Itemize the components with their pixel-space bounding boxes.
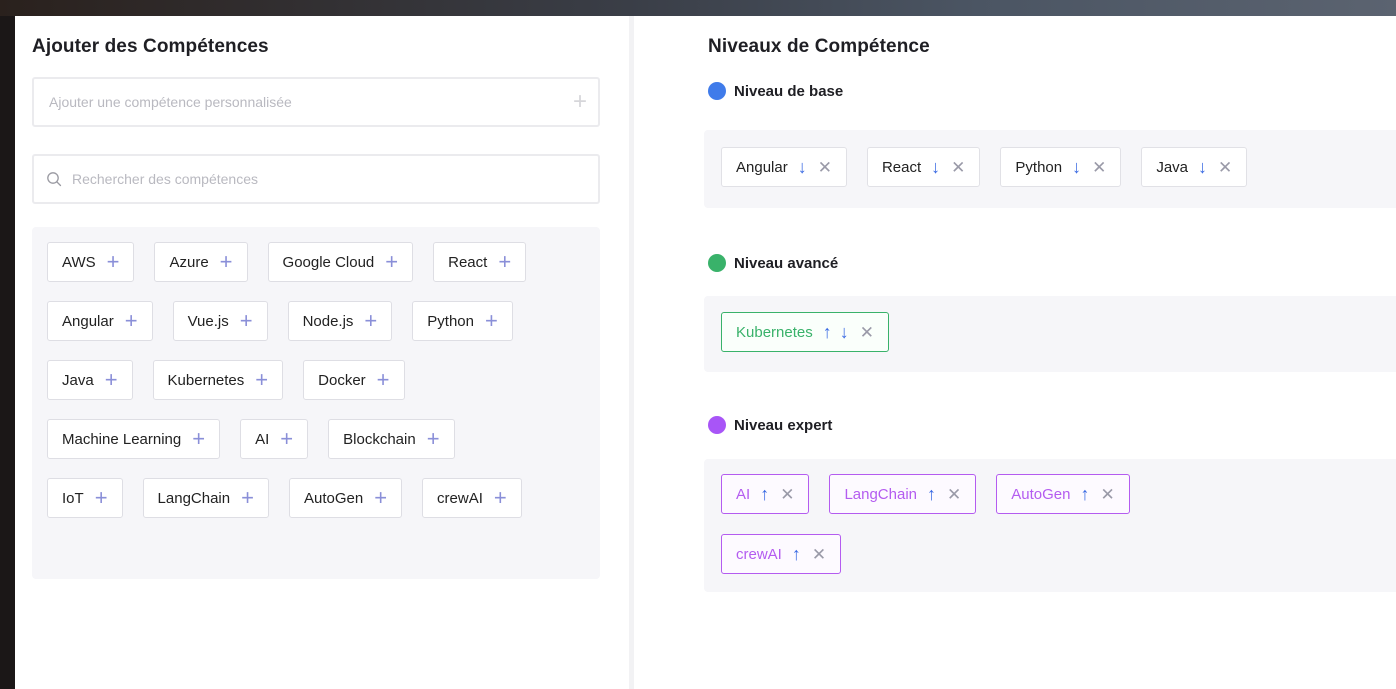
- skill-tag: Python ↓ ✕: [1000, 147, 1122, 187]
- plus-icon: +: [426, 426, 440, 451]
- suggestion-chip[interactable]: Vue.js +: [172, 301, 268, 341]
- level-expert-tags: AI ↑ ✕ LangChain ↑ ✕ AutoGen ↑ ✕: [721, 474, 1130, 514]
- level-expert-zone[interactable]: AI ↑ ✕ LangChain ↑ ✕ AutoGen ↑ ✕ crewAI …: [704, 459, 1396, 592]
- skill-tag: Kubernetes ↑ ↓ ✕: [721, 312, 889, 352]
- arrow-down-icon[interactable]: ↓: [840, 323, 849, 341]
- arrow-down-icon[interactable]: ↓: [1198, 158, 1207, 176]
- suggestion-row: Machine Learning + AI + Blockchain +: [47, 419, 455, 459]
- level-expert-tags: crewAI ↑ ✕: [721, 534, 842, 574]
- level-base-tags: Angular ↓ ✕ React ↓ ✕ Python ↓ ✕ Java ↓ …: [721, 147, 1248, 187]
- plus-icon: +: [364, 308, 378, 333]
- suggestion-chip[interactable]: crewAI +: [422, 478, 522, 518]
- plus-icon: +: [280, 426, 294, 451]
- suggestion-chip[interactable]: AutoGen +: [288, 478, 403, 518]
- skill-tag: Java ↓ ✕: [1141, 147, 1248, 187]
- search-input[interactable]: [62, 155, 598, 203]
- skill-tag: AutoGen ↑ ✕: [996, 474, 1130, 514]
- arrow-up-icon[interactable]: ↑: [823, 323, 832, 341]
- custom-skill-field[interactable]: +: [32, 77, 600, 127]
- skill-tag: React ↓ ✕: [866, 147, 981, 187]
- close-icon[interactable]: ✕: [860, 324, 874, 341]
- arrow-up-icon[interactable]: ↑: [792, 545, 801, 563]
- skill-levels-panel: Niveaux de Compétence Niveau de base Ang…: [634, 16, 1396, 689]
- suggestion-chip[interactable]: Kubernetes +: [152, 360, 284, 400]
- level-advanced-zone[interactable]: Kubernetes ↑ ↓ ✕: [704, 296, 1396, 372]
- plus-icon: +: [104, 367, 118, 392]
- suggestion-row: IoT + LangChain + AutoGen + crewAI +: [47, 478, 522, 518]
- arrow-down-icon[interactable]: ↓: [1072, 158, 1081, 176]
- custom-skill-input[interactable]: [34, 78, 562, 126]
- suggestion-chip[interactable]: AI +: [240, 419, 309, 459]
- close-icon[interactable]: ✕: [1100, 486, 1114, 503]
- suggestion-list: AWS + Azure + Google Cloud + React + Angular…: [32, 227, 600, 579]
- suggestion-chip[interactable]: React +: [433, 242, 527, 282]
- close-icon[interactable]: ✕: [947, 486, 961, 503]
- level-advanced-tags: Kubernetes ↑ ↓ ✕: [721, 312, 889, 352]
- close-icon[interactable]: ✕: [780, 486, 794, 503]
- close-icon[interactable]: ✕: [1218, 159, 1232, 176]
- skill-tag: AI ↑ ✕: [721, 474, 810, 514]
- close-icon[interactable]: ✕: [818, 159, 832, 176]
- plus-icon: +: [124, 308, 138, 333]
- skill-tag: crewAI ↑ ✕: [721, 534, 842, 574]
- level-advanced-heading: Niveau avancé: [708, 254, 838, 272]
- suggestion-chip[interactable]: Java +: [47, 360, 133, 400]
- plus-icon: +: [374, 485, 388, 510]
- plus-icon: +: [484, 308, 498, 333]
- close-icon[interactable]: ✕: [812, 546, 826, 563]
- arrow-up-icon[interactable]: ↑: [760, 485, 769, 503]
- suggestion-row: Angular + Vue.js + Node.js + Python +: [47, 301, 513, 341]
- arrow-up-icon[interactable]: ↑: [927, 485, 936, 503]
- add-custom-skill-icon[interactable]: +: [562, 88, 598, 116]
- suggestion-chip[interactable]: LangChain +: [142, 478, 269, 518]
- suggestion-row: Java + Kubernetes + Docker +: [47, 360, 405, 400]
- plus-icon: +: [255, 367, 269, 392]
- arrow-up-icon[interactable]: ↑: [1080, 485, 1089, 503]
- skill-tag: Angular ↓ ✕: [721, 147, 847, 187]
- search-field[interactable]: [32, 154, 600, 204]
- level-base-heading: Niveau de base: [708, 82, 843, 100]
- background-strip: [0, 0, 1396, 16]
- plus-icon: +: [239, 308, 253, 333]
- arrow-down-icon[interactable]: ↓: [931, 158, 940, 176]
- suggestion-chip[interactable]: AWS +: [47, 242, 135, 282]
- plus-icon: +: [241, 485, 254, 510]
- suggestion-chip[interactable]: Python +: [412, 301, 513, 341]
- arrow-down-icon[interactable]: ↓: [798, 158, 807, 176]
- plus-icon: +: [219, 249, 233, 274]
- close-icon[interactable]: ✕: [951, 159, 965, 176]
- suggestion-chip[interactable]: Google Cloud +: [267, 242, 414, 282]
- suggestion-chip[interactable]: Blockchain +: [328, 419, 455, 459]
- search-icon: [47, 172, 62, 187]
- suggestion-chip[interactable]: Angular +: [47, 301, 153, 341]
- plus-icon: +: [106, 249, 120, 274]
- plus-icon: +: [498, 249, 512, 274]
- level-base-dot: [708, 82, 726, 100]
- add-skills-title: Ajouter des Compétences: [32, 36, 269, 57]
- level-expert-heading: Niveau expert: [708, 416, 832, 434]
- suggestion-chip[interactable]: IoT +: [47, 478, 123, 518]
- plus-icon: +: [192, 426, 206, 451]
- close-icon[interactable]: ✕: [1092, 159, 1106, 176]
- suggestion-row: AWS + Azure + Google Cloud + React +: [47, 242, 527, 282]
- skill-levels-title: Niveaux de Compétence: [708, 36, 930, 57]
- suggestion-chip[interactable]: Machine Learning +: [47, 419, 221, 459]
- skill-tag: LangChain ↑ ✕: [829, 474, 977, 514]
- plus-icon: +: [385, 249, 399, 274]
- suggestion-chip[interactable]: Azure +: [154, 242, 248, 282]
- suggestion-chip[interactable]: Node.js +: [287, 301, 393, 341]
- add-skills-panel: Ajouter des Compétences + AWS+ Azure+ Go…: [15, 16, 629, 689]
- level-advanced-dot: [708, 254, 726, 272]
- level-expert-dot: [708, 416, 726, 434]
- suggestion-chip[interactable]: Docker +: [303, 360, 405, 400]
- plus-icon: +: [493, 485, 507, 510]
- level-base-zone[interactable]: Angular ↓ ✕ React ↓ ✕ Python ↓ ✕ Java ↓ …: [704, 130, 1396, 208]
- plus-icon: +: [94, 485, 108, 510]
- plus-icon: +: [376, 367, 390, 392]
